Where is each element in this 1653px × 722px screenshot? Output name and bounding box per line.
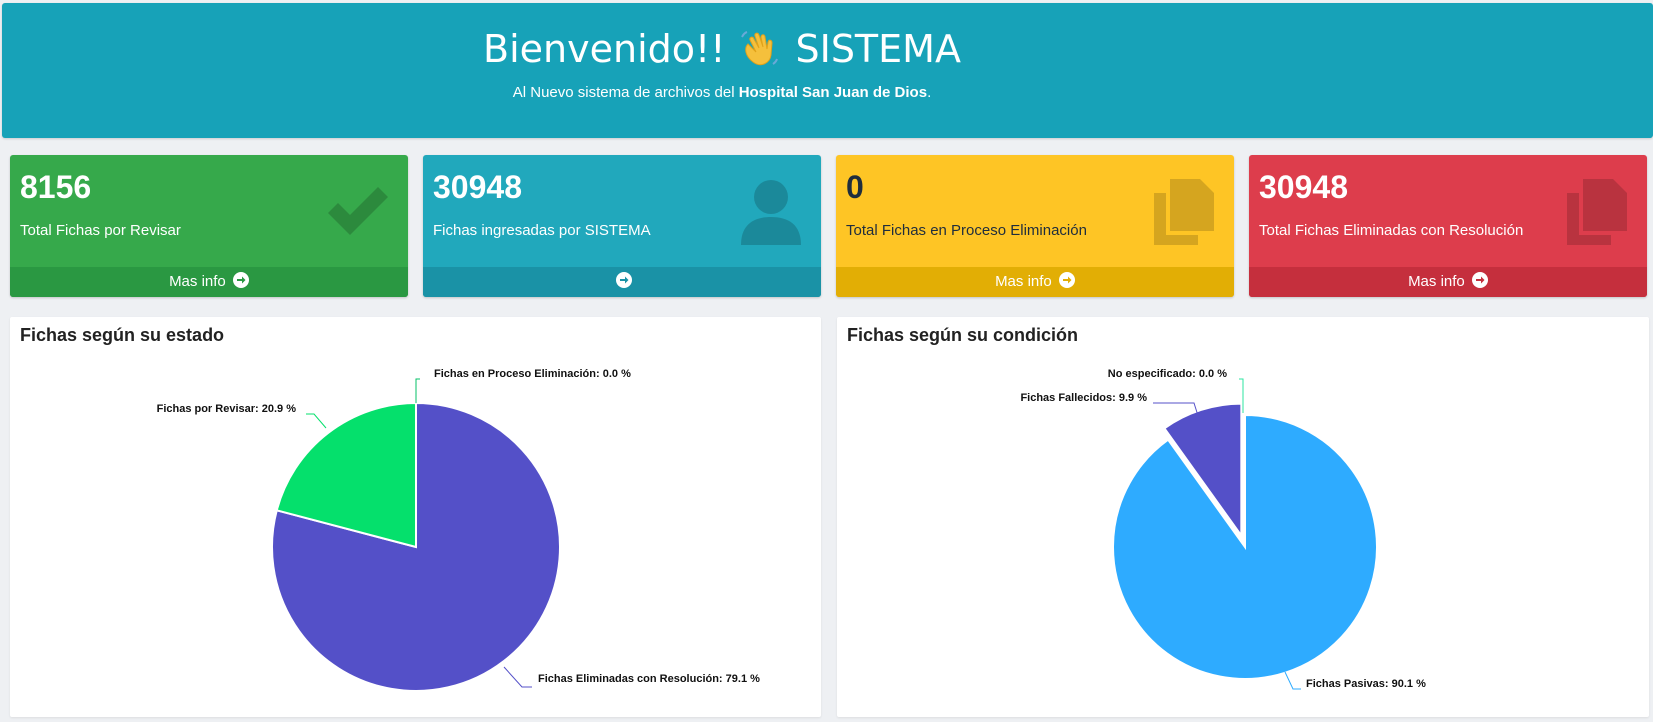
slice-connector-line (1284, 671, 1301, 690)
box-value: 8156 (20, 169, 92, 205)
mas-info-link[interactable]: Mas info (836, 267, 1234, 297)
arrow-circle-right-icon (1471, 272, 1488, 288)
slice-connector-line (415, 378, 420, 403)
copy-icon (1154, 179, 1214, 245)
waving-hand-icon (741, 31, 779, 66)
footer-label: Mas info (169, 273, 226, 290)
user-icon (741, 180, 801, 245)
slice-label: Fichas por Revisar: 20.9 % (157, 403, 297, 415)
footer-label: Mas info (995, 273, 1052, 290)
info-box-proceso-eliminacion: 0 Total Fichas en Proceso Eliminación Ma… (836, 155, 1234, 297)
box-value: 30948 (1259, 169, 1348, 205)
footer-label: Mas info (1408, 273, 1465, 290)
info-arrow-link[interactable] (423, 267, 821, 297)
box-value: 30948 (433, 169, 522, 205)
pie-slice[interactable] (1112, 413, 1378, 680)
pie-chart-condicion: No especificado: 0.0 % Fichas Pasivas: 90… (1020, 368, 1426, 690)
pie-chart-estado: Fichas en Proceso Eliminación: 0.0 % Fich… (157, 368, 760, 692)
chart-title: Fichas según su condición (847, 325, 1079, 345)
info-box-eliminadas: 30948 Total Fichas Eliminadas con Resolu… (1249, 155, 1647, 297)
slice-connector-line (306, 413, 327, 429)
slice-label: Fichas en Proceso Eliminación: 0.0 % (434, 368, 631, 380)
chart-title: Fichas según su estado (20, 325, 225, 345)
banner-title-row: Bienvenido!! SISTEMA (2, 25, 1442, 73)
copy-icon (1567, 179, 1627, 245)
mas-info-link[interactable]: Mas info (10, 267, 408, 297)
arrow-circle-right-icon (615, 272, 632, 288)
welcome-banner: Bienvenido!! SISTEMA Al Nuevo sistema de… (2, 3, 1653, 138)
subtitle-prefix: Al Nuevo sistema de archivos del (512, 84, 739, 101)
mas-info-link[interactable]: Mas info (1249, 267, 1647, 297)
slice-connector-line (503, 666, 532, 688)
banner-system: SISTEMA (795, 27, 961, 71)
slice-label: Fichas Fallecidos: 9.9 % (1020, 392, 1147, 404)
slice-label: No especificado: 0.0 % (1108, 368, 1227, 380)
chart-card-estado: Fichas en Proceso Eliminación: 0.0 % Fich… (10, 317, 821, 717)
box-label: Total Fichas Eliminadas con Resolución (1259, 222, 1524, 239)
info-box-por-revisar: 8156 Total Fichas por Revisar Mas info (10, 155, 408, 297)
box-label: Total Fichas por Revisar (20, 222, 181, 239)
slice-label: Fichas Eliminadas con Resolución: 79.1 % (538, 673, 760, 685)
arrow-circle-right-icon (1058, 272, 1075, 288)
subtitle-suffix: . (927, 84, 932, 101)
info-box-ingresadas: 30948 Fichas ingresadas por SISTEMA (423, 155, 821, 297)
check-icon (328, 187, 388, 235)
banner-title: Bienvenido!! (483, 27, 726, 71)
slice-label: Fichas Pasivas: 90.1 % (1306, 678, 1426, 690)
box-value: 0 (846, 169, 864, 205)
chart-card-condicion: No especificado: 0.0 % Fichas Pasivas: 90… (837, 317, 1649, 717)
box-label: Total Fichas en Proceso Eliminación (846, 222, 1087, 239)
arrow-circle-right-icon (232, 272, 249, 288)
banner-subtitle: Al Nuevo sistema de archivos del Hospita… (2, 83, 1442, 103)
hospital-name: Hospital San Juan de Dios (738, 84, 928, 101)
box-label: Fichas ingresadas por SISTEMA (433, 222, 651, 239)
